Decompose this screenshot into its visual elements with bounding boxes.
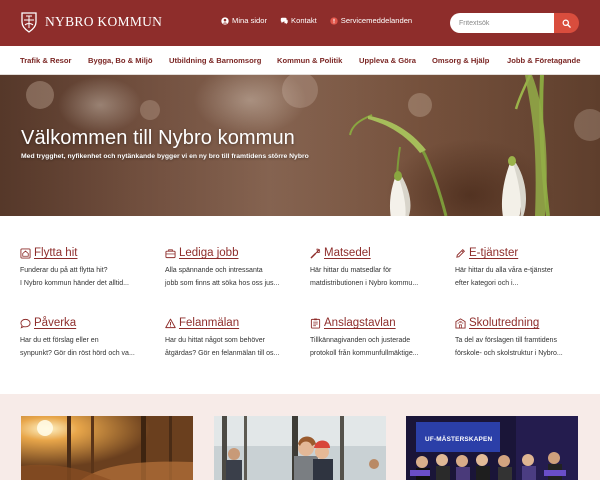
description-line: Har du hittat något som behöver (165, 337, 266, 344)
news-section: UF-MÄSTERSKAPEN (0, 394, 600, 480)
description-line: Ta del av förslagen till framtidens (455, 337, 557, 344)
house-icon (20, 247, 31, 259)
quick-link-description: Alla spännande och intressanta jobb som … (165, 265, 295, 290)
quick-link-description: Tillkännagivanden och justerade protokol… (310, 335, 440, 360)
mina-sidor-link[interactable]: Mina sidor (221, 16, 267, 25)
school-icon (455, 317, 466, 329)
quick-link-title-text: Matsedel (324, 247, 371, 259)
site-header: NYBRO KOMMUN Mina sidor Kontakt Servicem… (0, 0, 600, 46)
nav-item-jobb-foretagande[interactable]: Jobb & Företagande (507, 56, 580, 65)
hero-title: Välkommen till Nybro kommun (21, 127, 295, 149)
description-line: jobb som finns att söka hos oss jus... (165, 279, 280, 287)
kontakt-label: Kontakt (291, 16, 317, 25)
uf-competition-image (406, 416, 578, 480)
quick-link-title-text: Flytta hit (34, 247, 78, 259)
description-line: åtgärdas? Gör en felanmälan till os... (165, 349, 280, 357)
warning-icon (165, 318, 176, 328)
quick-link-description: Har du ett förslag eller en synpunkt? Gö… (20, 335, 150, 360)
quick-link-title[interactable]: Flytta hit (20, 247, 150, 259)
quick-link-felanmalan[interactable]: Felanmälan Har du hittat något som behöv… (165, 317, 295, 360)
quick-link-title-text: Påverka (34, 317, 77, 329)
briefcase-icon (165, 248, 176, 258)
site-search (450, 13, 579, 33)
quick-link-description: Ta del av förslagen till framtidens förs… (455, 335, 585, 360)
description-line: I Nybro kommun händer det alltid... (20, 279, 129, 287)
coat-of-arms-icon (21, 12, 37, 33)
chat-icon (280, 17, 288, 24)
uf-banner-text: UF-MÄSTERSKAPEN (425, 436, 493, 443)
quick-link-title-text: Felanmälan (179, 317, 240, 329)
hero-banner: Välkommen till Nybro kommun Med trygghet… (0, 75, 600, 216)
description-line: Här hittar du alla våra e-tjänster (455, 267, 554, 274)
news-card-people-image[interactable] (214, 416, 386, 480)
quick-link-title[interactable]: E-tjänster (455, 247, 585, 259)
description-line: matdistributionen i Nybro kommu... (310, 279, 419, 287)
quick-link-matsedel[interactable]: Matsedel Här hittar du matsedlar för mat… (310, 247, 440, 290)
description-line: Tillkännagivanden och justerade (310, 337, 411, 344)
quick-link-skolutredning[interactable]: Skolutredning Ta del av förslagen till f… (455, 317, 585, 360)
nav-item-omsorg-hjalp[interactable]: Omsorg & Hjälp (432, 56, 489, 65)
description-line: Har du ett förslag eller en (20, 337, 99, 344)
site-logo[interactable]: NYBRO KOMMUN (20, 11, 162, 33)
search-button[interactable] (554, 13, 579, 33)
search-input[interactable] (450, 13, 556, 33)
quick-link-title[interactable]: Matsedel (310, 247, 440, 259)
news-card-uf-image[interactable]: UF-MÄSTERSKAPEN (406, 416, 578, 480)
quick-link-title-text: E-tjänster (469, 247, 519, 259)
news-card-forest-image[interactable] (21, 416, 193, 480)
quick-link-description: Funderar du på att flytta hit? I Nybro k… (20, 265, 150, 290)
description-line: efter kategori och i... (455, 279, 519, 287)
quick-link-anslagstavlan[interactable]: Anslagstavlan Tillkännagivanden och just… (310, 317, 440, 360)
description-line: förskole- och skolstruktur i Nybro... (455, 349, 563, 357)
quick-link-lediga-jobb[interactable]: Lediga jobb Alla spännande och intressan… (165, 247, 295, 290)
mina-sidor-label: Mina sidor (232, 16, 268, 25)
comment-icon (20, 318, 31, 329)
description-line: Här hittar du matsedlar för (310, 267, 392, 274)
quick-link-title[interactable]: Lediga jobb (165, 247, 295, 259)
quick-link-title[interactable]: Påverka (20, 317, 150, 329)
quick-link-title-text: Lediga jobb (179, 247, 239, 259)
description-line: synpunkt? Gör din röst hörd och va... (20, 349, 135, 357)
description-line: protokoll från kommunfullmäktige... (310, 349, 419, 357)
quick-link-description: Här hittar du matsedlar för matdistribut… (310, 265, 440, 290)
hero-subtitle: Med trygghet, nyfikenhet och nytänkande … (21, 153, 309, 160)
forest-path-image (21, 416, 193, 480)
quick-link-flytta-hit[interactable]: Flytta hit Funderar du på att flytta hit… (20, 247, 150, 290)
description-line: Alla spännande och intressanta (165, 267, 263, 274)
main-navigation: Trafik & Resor Bygga, Bo & Miljö Utbildn… (0, 46, 600, 75)
quick-link-title-text: Skolutredning (469, 317, 540, 329)
utensils-icon (310, 248, 321, 258)
quick-link-paverka[interactable]: Påverka Har du ett förslag eller en synp… (20, 317, 150, 360)
quick-link-description: Här hittar du alla våra e-tjänster efter… (455, 265, 585, 290)
quick-link-title[interactable]: Anslagstavlan (310, 317, 440, 329)
user-icon (221, 16, 229, 25)
people-outdoors-image (214, 416, 386, 480)
quick-links-grid: Flytta hit Funderar du på att flytta hit… (0, 216, 600, 394)
quick-link-title-text: Anslagstavlan (324, 317, 396, 329)
quick-link-title[interactable]: Skolutredning (455, 317, 585, 329)
nav-item-utbildning-barnomsorg[interactable]: Utbildning & Barnomsorg (169, 56, 261, 65)
search-icon (562, 19, 571, 28)
servicemeddelanden-label: Servicemeddelanden (340, 16, 413, 25)
quick-link-e-tjanster[interactable]: E-tjänster Här hittar du alla våra e-tjä… (455, 247, 585, 290)
pencil-icon (456, 248, 465, 258)
nav-item-bygga-bo-miljo[interactable]: Bygga, Bo & Miljö (88, 56, 153, 65)
bulletin-icon (310, 318, 321, 329)
nav-item-trafik-resor[interactable]: Trafik & Resor (20, 56, 72, 65)
utility-links: Mina sidor Kontakt Servicemeddelanden (221, 16, 425, 25)
alert-icon (330, 16, 338, 25)
nav-item-uppleva-gora[interactable]: Uppleva & Göra (359, 56, 416, 65)
servicemeddelanden-link[interactable]: Servicemeddelanden (330, 16, 412, 25)
description-line: Funderar du på att flytta hit? (20, 267, 108, 274)
kontakt-link[interactable]: Kontakt (280, 16, 317, 25)
nav-item-kommun-politik[interactable]: Kommun & Politik (277, 56, 342, 65)
quick-link-description: Har du hittat något som behöver åtgärdas… (165, 335, 295, 360)
quick-link-title[interactable]: Felanmälan (165, 317, 295, 329)
site-logo-text: NYBRO KOMMUN (45, 14, 163, 29)
